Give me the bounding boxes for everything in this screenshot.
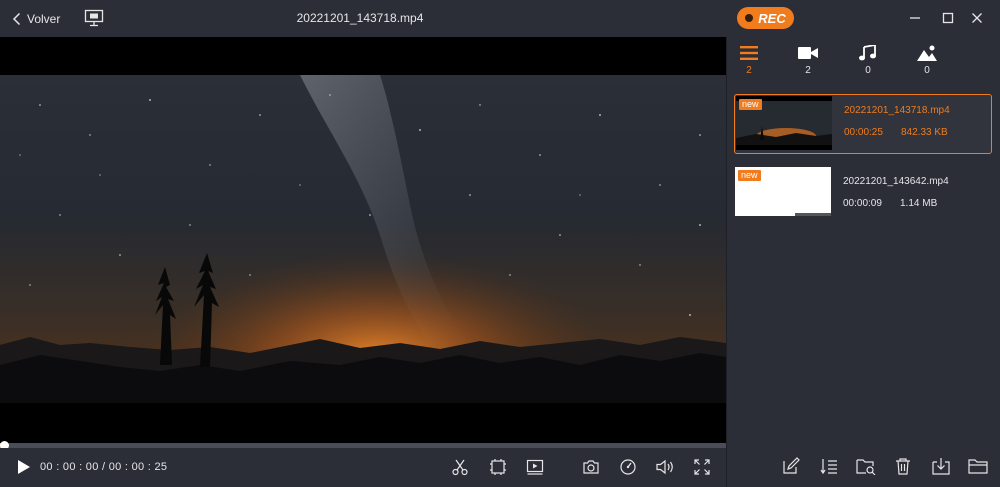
video-player[interactable] (0, 37, 726, 443)
back-label: Volver (27, 12, 61, 26)
volume-icon[interactable] (654, 456, 676, 478)
image-icon (917, 45, 937, 61)
close-icon[interactable] (967, 8, 987, 28)
scissors-icon[interactable] (449, 456, 471, 478)
sort-icon[interactable] (818, 455, 840, 477)
title-bar: Volver 20221201_143718.mp4 REC (0, 0, 1000, 37)
tab-video[interactable]: 2 (786, 45, 830, 85)
tab-audio[interactable]: 0 (846, 45, 890, 85)
import-icon[interactable] (930, 455, 952, 477)
new-badge: new (739, 99, 762, 110)
tab-count: 2 (805, 65, 811, 76)
list-icon (740, 46, 758, 60)
rec-button[interactable]: REC (737, 7, 794, 29)
fullscreen-icon[interactable] (691, 456, 713, 478)
folder-icon[interactable] (967, 455, 989, 477)
video-thumbnail: new (735, 167, 831, 221)
app-window: Volver 20221201_143718.mp4 REC 00: 00:… (0, 0, 1000, 487)
play-icon[interactable] (13, 457, 33, 477)
chevron-left-icon (12, 12, 21, 26)
file-name: 20221201_143642.mp4 (843, 176, 949, 187)
video-frame (0, 75, 726, 403)
tab-images[interactable]: 0 (905, 45, 949, 85)
file-size: 1.14 MB (900, 198, 938, 209)
file-item[interactable]: new 20221201_143642.mp4 00:00:09 1.14 MB (734, 166, 992, 226)
file-duration: 00:00:25 (844, 127, 883, 138)
file-title: 20221201_143718.mp4 (296, 11, 424, 25)
edit-icon[interactable] (780, 455, 802, 477)
playback-icon[interactable] (524, 456, 546, 478)
file-size: 842.33 KB (901, 127, 948, 138)
monitor-icon[interactable] (84, 9, 104, 27)
trash-icon[interactable] (892, 455, 914, 477)
playback-controls: 00 : 00 : 00 / 00 : 00 : 25 (0, 448, 726, 487)
media-sidebar: 2 2 0 0 new 20221201_143718.mp4 00:00:25… (726, 37, 1000, 487)
rec-label: REC (758, 10, 786, 26)
file-duration: 00:00:09 (843, 198, 882, 209)
music-note-icon (859, 45, 876, 61)
record-dot-icon (745, 14, 754, 22)
back-button[interactable]: Volver (12, 9, 60, 29)
minimize-icon[interactable] (905, 8, 925, 28)
tab-count: 0 (924, 65, 930, 76)
video-camera-icon (798, 47, 818, 59)
file-name: 20221201_143718.mp4 (844, 105, 950, 116)
speed-icon[interactable] (617, 456, 639, 478)
tab-count: 2 (746, 65, 752, 76)
new-badge: new (738, 170, 761, 181)
maximize-icon[interactable] (938, 8, 958, 28)
tab-all[interactable]: 2 (727, 45, 771, 85)
file-item[interactable]: new 20221201_143718.mp4 00:00:25 842.33 … (734, 94, 992, 154)
search-folder-icon[interactable] (855, 455, 877, 477)
video-thumbnail: new (736, 96, 832, 150)
camera-icon[interactable] (580, 456, 602, 478)
time-readout: 00 : 00 : 00 / 00 : 00 : 25 (40, 461, 168, 473)
crop-frame-icon[interactable] (487, 456, 509, 478)
tab-count: 0 (865, 65, 871, 76)
